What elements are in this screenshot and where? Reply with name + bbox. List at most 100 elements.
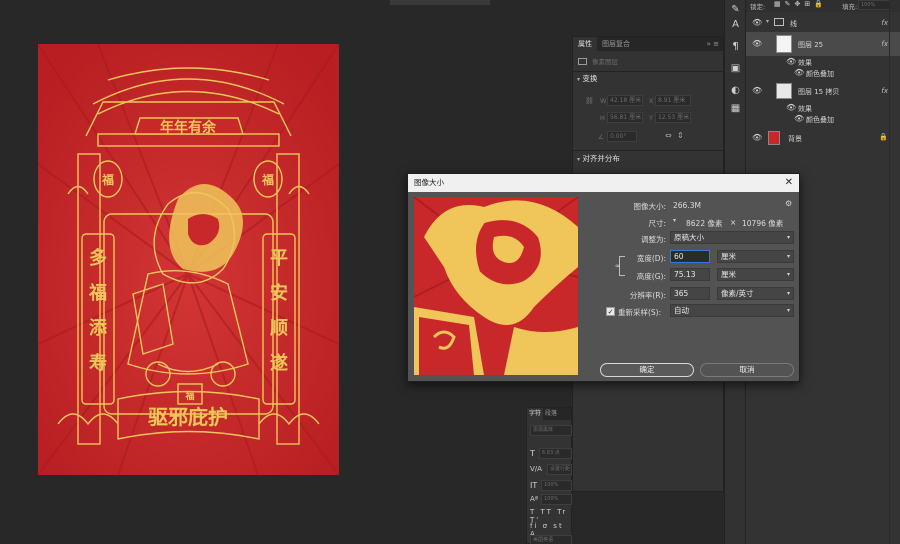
fit-to-select[interactable]: 原稿大小 ▾ [670, 231, 794, 244]
fx-icon[interactable]: fx [881, 40, 888, 48]
visibility-eye-icon[interactable]: 👁 [752, 39, 762, 49]
effect-eye-icon[interactable]: 👁 [794, 68, 804, 78]
effects-label: 效果 [798, 105, 812, 113]
paragraph-icon[interactable]: ¶ [729, 40, 742, 53]
box-char: 福 [184, 390, 194, 402]
color-overlay-row[interactable]: 👁 颜色叠加 [746, 68, 900, 78]
resample-value: 自动 [674, 306, 689, 315]
height-input[interactable]: 75.13 [670, 268, 710, 281]
baseline-input[interactable]: 100% [541, 494, 572, 505]
width-input[interactable]: 60 [670, 250, 710, 263]
lock-icon[interactable]: 🔒 [879, 133, 888, 141]
resolution-unit-select[interactable]: 像素/英寸 ▾ [717, 287, 794, 300]
adjustments-icon[interactable]: ◐ [729, 84, 742, 97]
fx-icon[interactable]: fx [881, 87, 888, 95]
lock-icons[interactable]: ▦✎✥⊞🔒 [774, 0, 827, 8]
y-input[interactable]: 12.53 厘米 [655, 112, 691, 123]
top-banner-text: 年年有余 [160, 119, 217, 136]
fill-input[interactable]: 100% [858, 0, 890, 10]
ok-button[interactable]: 确定 [600, 363, 694, 377]
dimensions-times: × [730, 218, 737, 227]
couplet-right-char-1: 平 [270, 248, 288, 269]
effect-eye-icon[interactable]: 👁 [786, 57, 796, 67]
couplet-left-char-3: 添 [89, 317, 108, 339]
fx-icon[interactable]: fx [881, 19, 888, 27]
layer-name: 图层 15 拷贝 [798, 88, 840, 96]
lantern-right-char: 福 [261, 172, 274, 187]
x-input[interactable]: 8.91 厘米 [655, 95, 691, 106]
effects-row[interactable]: 👁 效果 [746, 57, 900, 67]
panel-divider [889, 0, 890, 544]
fit-to-value: 原稿大小 [674, 233, 704, 242]
font-family-select[interactable]: 思源黑体 [530, 425, 572, 436]
leading-input[interactable]: 设置行距 [547, 464, 572, 475]
layer-row-background[interactable]: 👁 背景 🔒 [746, 128, 900, 148]
height-unit-value: 厘米 [721, 270, 736, 279]
angle-input[interactable]: 0.00° [607, 131, 637, 142]
color-overlay-row[interactable]: 👁 颜色叠加 [746, 114, 900, 124]
character-icon[interactable]: A [729, 18, 742, 31]
fit-to-label: 调整为: [640, 235, 666, 244]
history-icon[interactable]: ✎ [729, 3, 742, 16]
couplet-right-char-3: 顺 [270, 318, 288, 339]
transform-label: 变换 [582, 74, 598, 83]
dimensions-label: 尺寸: [648, 219, 666, 228]
tracking-icon: V/A [530, 465, 542, 473]
cancel-button[interactable]: 取消 [700, 363, 794, 377]
styles-icon[interactable]: ▦ [729, 102, 742, 115]
resample-label: 重新采样(S): [618, 308, 662, 317]
resample-checkbox[interactable]: ✓ [606, 307, 615, 316]
dimensions-width: 8622 像素 [686, 219, 723, 228]
vertical-scale-input[interactable]: 100% [541, 480, 572, 491]
tab-character[interactable]: 字符 [527, 408, 544, 420]
height-unit-select[interactable]: 厘米 ▾ [717, 268, 794, 281]
layer-name: 线 [790, 20, 797, 28]
effects-row[interactable]: 👁 效果 [746, 103, 900, 113]
font-size-input[interactable]: 6.83 点 [539, 448, 572, 459]
image-size-label: 图像大小: [633, 202, 666, 211]
image-preview[interactable] [414, 197, 578, 375]
transform-section-header[interactable]: ▾ 变换 [573, 72, 723, 86]
effect-eye-icon[interactable]: 👁 [786, 103, 796, 113]
resolution-unit-value: 像素/英寸 [721, 289, 754, 298]
tab-properties[interactable]: 属性 [573, 37, 597, 51]
properties-tabbar: 属性 图层复合 » ≡ [573, 37, 723, 51]
pixel-layer-row: 像素图层 [573, 51, 723, 71]
language-select[interactable]: 美国英语 [530, 535, 572, 544]
libraries-icon[interactable]: ▣ [729, 62, 742, 75]
h-input[interactable]: 56.81 厘米 [607, 112, 643, 123]
background-thumbnail [768, 131, 780, 145]
tab-paragraph[interactable]: 段落 [543, 408, 559, 420]
h-label: H [600, 114, 605, 122]
font-size-icon: T [530, 449, 535, 458]
w-input[interactable]: 42.18 厘米 [607, 95, 643, 106]
layer-row-group[interactable]: 👁 ▾ 线 fx [746, 16, 900, 30]
layer-row[interactable]: 👁 图层 15 拷贝 fx [746, 80, 900, 102]
top-scroll-handle[interactable] [390, 0, 490, 5]
color-overlay-label: 颜色叠加 [806, 116, 834, 124]
link-icon[interactable]: ⛓ [585, 97, 594, 105]
effect-eye-icon[interactable]: 👁 [794, 114, 804, 124]
visibility-eye-icon[interactable]: 👁 [752, 18, 762, 28]
artwork-illustration: 年年有余 福 福 多 福 添 寿 平 安 顺 遂 福 驱邪庇护 [38, 44, 339, 475]
flip-vertical-icon[interactable]: ⇕ [677, 131, 684, 140]
dimensions-chevron-icon[interactable]: ▾ [673, 217, 676, 224]
gear-icon[interactable]: ⚙ [785, 199, 792, 208]
visibility-eye-icon[interactable]: 👁 [752, 133, 762, 143]
tab-layer-comps[interactable]: 图层复合 [597, 37, 635, 51]
flip-horizontal-icon[interactable]: ⇔ [665, 131, 672, 140]
align-collapse-arrow-icon: ▾ [577, 156, 581, 163]
group-expand-icon[interactable]: ▾ [766, 18, 769, 25]
close-icon[interactable]: ✕ [785, 174, 793, 192]
panel-menu-icon[interactable]: » ≡ [707, 40, 723, 48]
width-label: 宽度(D): [636, 254, 666, 263]
canvas-artwork[interactable]: 年年有余 福 福 多 福 添 寿 平 安 顺 遂 福 驱邪庇护 [38, 44, 339, 475]
layer-row-selected[interactable]: 👁 图层 25 fx [746, 32, 900, 56]
resolution-input[interactable]: 365 [670, 287, 710, 300]
visibility-eye-icon[interactable]: 👁 [752, 86, 762, 96]
fill-label: 填充: [842, 3, 858, 11]
bottom-banner-text: 驱邪庇护 [148, 405, 228, 429]
width-unit-select[interactable]: 厘米 ▾ [717, 250, 794, 263]
resample-select[interactable]: 自动 ▾ [670, 304, 794, 317]
align-section-header[interactable]: ▾ 对齐并分布 [573, 153, 620, 164]
